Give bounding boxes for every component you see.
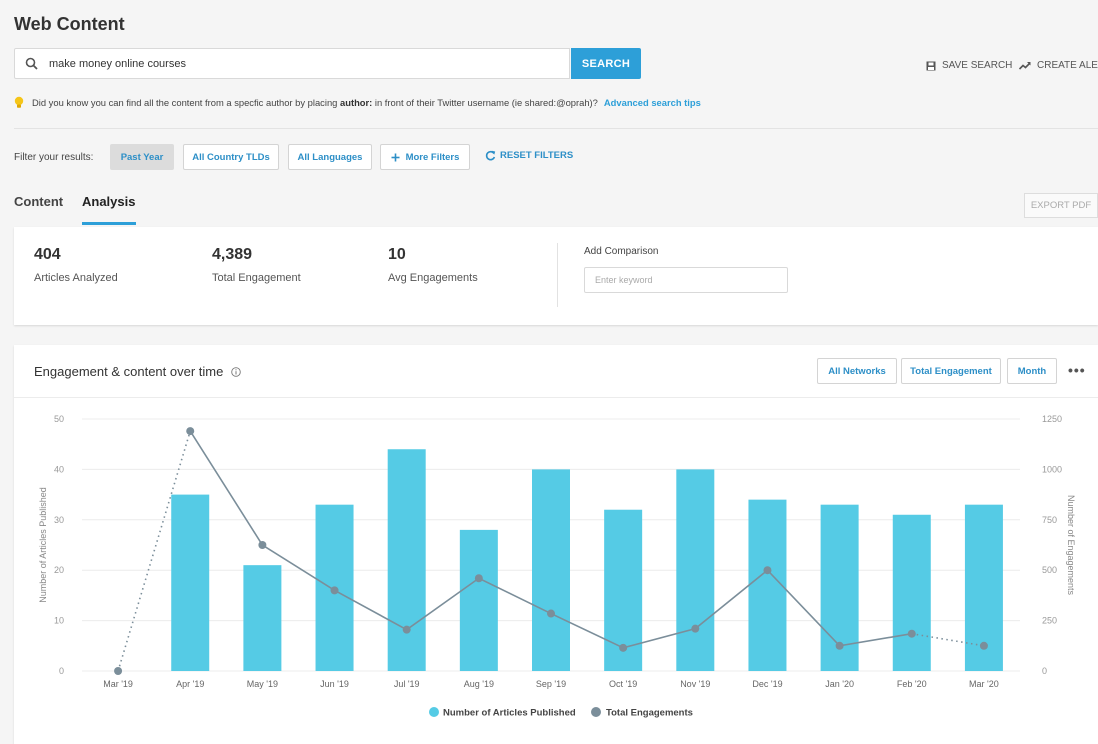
x-tick-label: Jan '20	[825, 679, 854, 689]
y2-axis-title: Number of Engagements	[1066, 495, 1076, 596]
x-tick-label: May '19	[247, 679, 278, 689]
x-tick-label: Mar '20	[969, 679, 999, 689]
line-point	[835, 641, 844, 650]
y2-tick-label: 1250	[1042, 414, 1062, 424]
line-point	[402, 625, 411, 634]
y-axis-title: Number of Articles Published	[38, 487, 48, 603]
y-tick-label: 30	[54, 515, 64, 525]
bar	[387, 449, 426, 671]
x-tick-label: Dec '19	[752, 679, 782, 689]
line-point	[186, 427, 195, 436]
engagement-chart: 01020304050025050075010001250Number of A…	[38, 414, 1076, 719]
line-point	[907, 629, 916, 638]
y-tick-label: 10	[54, 616, 64, 626]
x-tick-label: Jul '19	[394, 679, 420, 689]
y-tick-label: 0	[59, 666, 64, 676]
bar	[243, 565, 282, 671]
legend-label-engagements: Total Engagements	[606, 708, 693, 719]
bar	[171, 494, 210, 671]
y2-tick-label: 0	[1042, 666, 1047, 676]
line-point	[330, 586, 339, 595]
line-point	[763, 566, 772, 575]
bar	[892, 514, 931, 671]
line-point	[547, 609, 555, 618]
legend-swatch-engagements	[591, 707, 601, 717]
bar	[748, 499, 787, 671]
y2-tick-label: 1000	[1042, 464, 1062, 474]
line-point	[979, 641, 988, 650]
line-point	[114, 667, 123, 675]
bar	[676, 469, 715, 671]
x-tick-label: Mar '19	[103, 679, 133, 689]
y-tick-label: 20	[54, 565, 64, 575]
y2-tick-label: 750	[1042, 515, 1057, 525]
y-tick-label: 50	[54, 414, 64, 424]
x-tick-label: Aug '19	[464, 679, 494, 689]
legend-label-articles: Number of Articles Published	[443, 708, 576, 719]
legend-swatch-articles	[429, 707, 439, 717]
bar	[459, 529, 498, 671]
line-point	[474, 574, 483, 583]
x-tick-label: Nov '19	[680, 679, 710, 689]
line-point	[258, 541, 267, 549]
y2-tick-label: 250	[1042, 616, 1057, 626]
line-point	[691, 624, 700, 633]
y2-tick-label: 500	[1042, 565, 1057, 575]
line-point	[619, 643, 628, 652]
x-tick-label: Apr '19	[176, 679, 204, 689]
x-tick-label: Sep '19	[536, 679, 566, 689]
x-tick-label: Jun '19	[320, 679, 349, 689]
x-tick-label: Oct '19	[609, 679, 637, 689]
x-tick-label: Feb '20	[897, 679, 927, 689]
bar	[532, 469, 570, 671]
y-tick-label: 40	[54, 464, 64, 474]
